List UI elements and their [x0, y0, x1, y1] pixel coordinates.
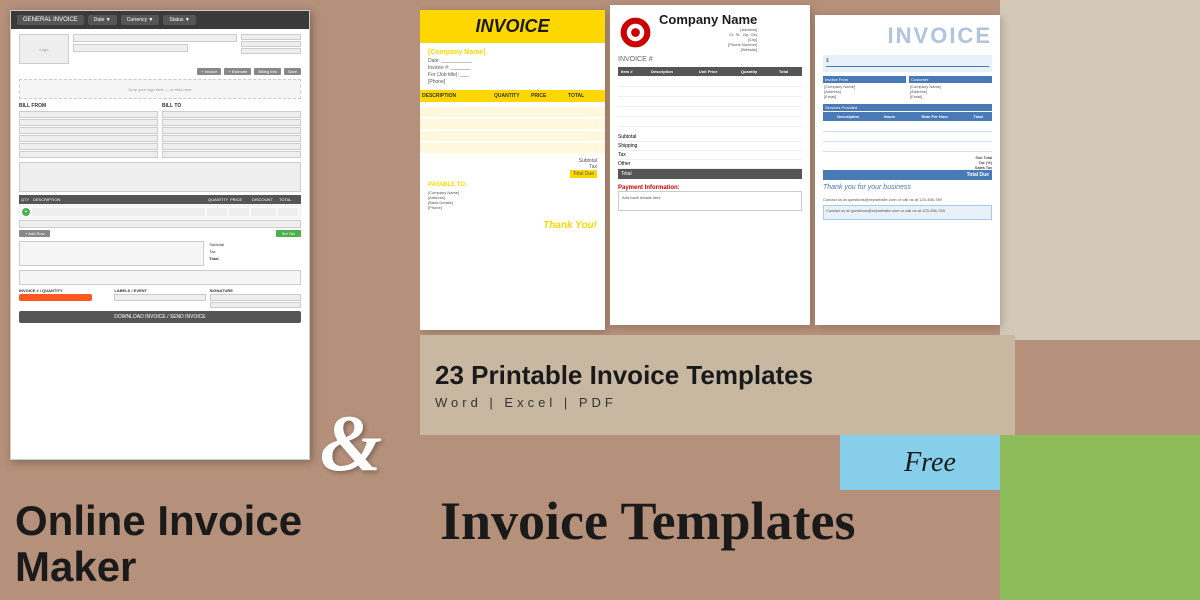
- company-table: Item # Description Unit Price Quantity T…: [618, 67, 802, 127]
- company-logo-icon: [618, 15, 653, 50]
- tax-row: Tax: [618, 151, 802, 160]
- right-section: INVOICE [Company Name] Date: ___________…: [420, 0, 1200, 600]
- invoice-templates-title: Invoice Templates: [440, 490, 856, 552]
- blue-invoice-title: INVOICE: [823, 23, 992, 49]
- printable-title: 23 Printable Invoice Templates: [435, 360, 1000, 391]
- free-label: Free: [904, 447, 956, 479]
- payment-details: Add bank details here: [618, 191, 802, 211]
- blue-col-total: Total: [964, 112, 992, 121]
- left-section: GENERAL INVOICE Date ▼ Currency ▼ Status…: [0, 0, 420, 600]
- app-header: GENERAL INVOICE Date ▼ Currency ▼ Status…: [11, 11, 309, 29]
- yellow-rows: [420, 107, 605, 153]
- yellow-header: INVOICE: [420, 10, 605, 43]
- company-subtotal-section: Subtotal Shipping Tax Other Total: [618, 133, 802, 179]
- blue-col-hours: Hours: [874, 112, 906, 121]
- blue-customer: Customer [Company Name][Address][Email]: [909, 76, 992, 100]
- app-notes-area: [19, 162, 301, 192]
- company-invoice-num: INVOICE #: [618, 56, 802, 63]
- teal-free-box: Free: [840, 435, 1020, 490]
- main-container: GENERAL INVOICE Date ▼ Currency ▼ Status…: [0, 0, 1200, 600]
- ampersand-symbol: &: [320, 399, 382, 490]
- printable-subtitle: Word | Excel | PDF: [435, 395, 1000, 410]
- template-company: Company Name [Address]Ct. St., Zip, City…: [610, 5, 810, 325]
- company-col-total: Total: [776, 67, 802, 76]
- blue-table-header-row: Description Hours Rate Per Hour Total: [823, 112, 992, 121]
- table-row: [618, 96, 802, 106]
- blue-col-desc: Description: [823, 112, 874, 121]
- other-row: Other: [618, 160, 802, 169]
- blue-amount-section: $: [823, 55, 992, 72]
- yellow-row-3: [420, 131, 605, 141]
- blue-invoice-from: Invoice From [Company Name][Address][Ema…: [823, 76, 906, 100]
- table-row: [823, 121, 992, 131]
- company-col-item: Item #: [618, 67, 648, 76]
- template-yellow: INVOICE [Company Name] Date: ___________…: [420, 10, 605, 330]
- company-col-desc: Description: [648, 67, 696, 76]
- yellow-company-name: [Company Name]: [428, 49, 597, 56]
- yellow-for: For (Job title): ___: [428, 72, 597, 78]
- table-row: [618, 116, 802, 126]
- yellow-date: Date: ___________: [428, 58, 597, 64]
- bg-top-right: [1000, 0, 1200, 340]
- yellow-payable-title: PAYABLE TO:: [428, 182, 597, 188]
- company-header: Company Name [Address]Ct. St., Zip, City…: [618, 13, 802, 52]
- table-row: [618, 86, 802, 96]
- blue-total-row: Total Due: [823, 170, 992, 180]
- table-row: [823, 141, 992, 151]
- yellow-table-header: DESCRIPTION QUANTITY PRICE TOTAL: [420, 90, 605, 102]
- blue-thank-you: Thank you for your business: [823, 184, 992, 191]
- company-name-text: Company Name: [659, 13, 757, 27]
- yellow-invoice-title: INVOICE: [428, 16, 597, 37]
- yellow-col-desc: DESCRIPTION: [422, 93, 492, 99]
- table-row: [618, 106, 802, 116]
- yellow-row-4: [420, 143, 605, 153]
- app-header-text: GENERAL INVOICE: [23, 17, 78, 23]
- green-box-bottom-right: [1000, 435, 1200, 600]
- table-row: [618, 76, 802, 86]
- yellow-col-qty: QUANTITY: [494, 93, 529, 99]
- yellow-row-2: [420, 119, 605, 129]
- yellow-row-1: [420, 107, 605, 117]
- blue-comment-box: Contact us at questions@mywebsite.com or…: [823, 205, 992, 220]
- online-invoice-maker-title: Online Invoice Maker: [15, 498, 302, 590]
- table-row: [823, 131, 992, 141]
- yellow-invoice-num: Invoice #: _______: [428, 65, 597, 71]
- blue-col-rate: Rate Per Hour: [905, 112, 964, 121]
- yellow-payable-info: [Company Name][Address][Bank Details][Ph…: [428, 190, 597, 210]
- blue-contact: Contact us at questions@mywebsite.com or…: [823, 197, 992, 202]
- yellow-phone: [Phone]: [428, 79, 597, 85]
- template-blue: INVOICE $ Invoice From [Company Name][Ad…: [815, 15, 1000, 325]
- subtotal-row: Subtotal: [618, 133, 802, 142]
- company-col-qty: Quantity: [738, 67, 776, 76]
- company-col-price: Unit Price: [696, 67, 738, 76]
- yellow-col-price: PRICE: [531, 93, 566, 99]
- yellow-total-due-label: Total Due: [570, 170, 597, 178]
- blue-totals: Sub Total Tax (%) Sales Tax Total Due: [823, 155, 992, 180]
- blue-services-header: Services Provided: [823, 104, 992, 111]
- invoice-app-preview: GENERAL INVOICE Date ▼ Currency ▼ Status…: [10, 10, 310, 460]
- blue-services-table: Description Hours Rate Per Hour Total: [823, 112, 992, 152]
- blue-billing-section: Invoice From [Company Name][Address][Ema…: [823, 76, 992, 100]
- yellow-col-total: TOTAL: [568, 93, 603, 99]
- blue-header: INVOICE: [823, 23, 992, 49]
- yellow-subtotal-area: Subtotal Tax Total Due: [428, 158, 597, 178]
- yellow-thanks: Thank You!: [428, 220, 597, 231]
- company-address: [Address]Ct. St., Zip, City[City][Phone …: [659, 27, 757, 52]
- company-table-header-row: Item # Description Unit Price Quantity T…: [618, 67, 802, 76]
- total-row: Total: [618, 169, 802, 179]
- printable-text-area: 23 Printable Invoice Templates Word | Ex…: [420, 335, 1015, 435]
- shipping-row: Shipping: [618, 142, 802, 151]
